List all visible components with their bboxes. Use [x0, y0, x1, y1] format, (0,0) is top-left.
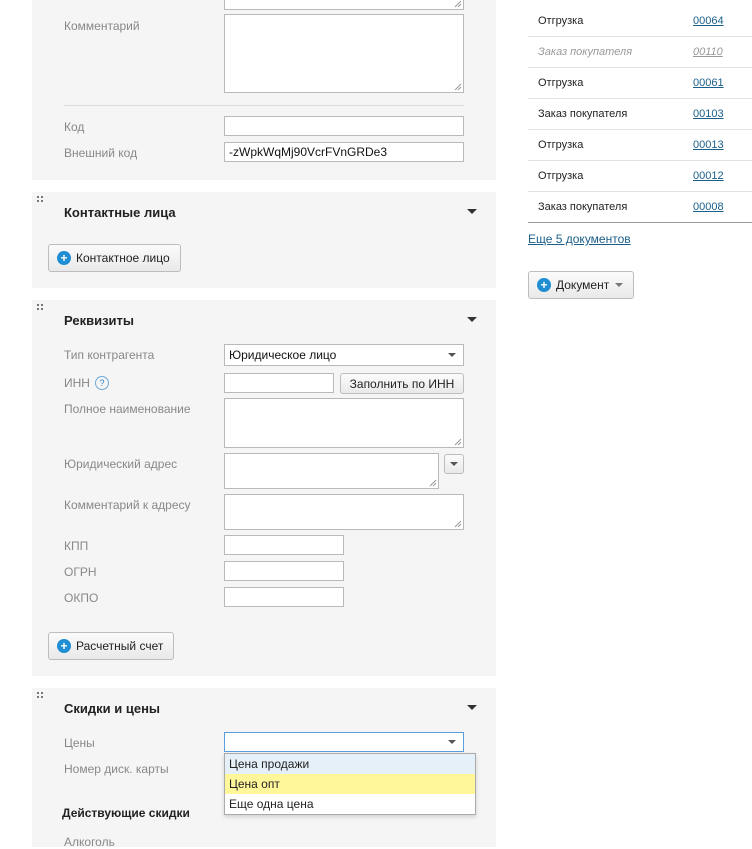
legal-address-textarea[interactable] [224, 453, 439, 489]
document-row[interactable]: Отгрузка 00064 [528, 6, 752, 37]
add-bank-account-label: Расчетный счет [76, 639, 164, 653]
document-type: Заказ покупателя [538, 201, 628, 213]
document-type: Заказ покупателя [538, 46, 633, 58]
price-option[interactable]: Еще одна цена [225, 794, 475, 814]
document-number-link[interactable]: 00103 [693, 108, 724, 120]
description-textarea-bottom[interactable] [224, 0, 464, 10]
collapse-caret-icon[interactable] [467, 209, 477, 214]
document-row[interactable]: Заказ покупателя 00110 [528, 37, 752, 68]
kpp-label: КПП [64, 539, 89, 553]
add-bank-account-button[interactable]: + Расчетный счет [48, 632, 175, 660]
code-input[interactable] [224, 116, 464, 136]
document-row[interactable]: Отгрузка 00013 [528, 130, 752, 161]
external-code-label: Внешний код [64, 146, 138, 160]
address-dropdown-button[interactable] [444, 454, 464, 474]
document-number-link[interactable]: 00061 [693, 77, 724, 89]
drag-handle-icon[interactable] [37, 304, 45, 312]
comment-textarea[interactable] [224, 14, 464, 93]
comment-label: Комментарий [64, 19, 140, 33]
document-number-link[interactable]: 00012 [693, 170, 724, 182]
plus-icon: + [57, 639, 71, 653]
document-row[interactable]: Отгрузка 00012 [528, 161, 752, 192]
chevron-down-icon [448, 353, 456, 357]
kpp-input[interactable] [224, 535, 344, 555]
full-name-label: Полное наименование [64, 402, 191, 416]
document-number-link[interactable]: 00008 [693, 201, 724, 213]
plus-icon: + [537, 278, 551, 292]
okpo-label: ОКПО [64, 591, 99, 605]
ogrn-label: ОГРН [64, 565, 97, 579]
add-contact-label: Контактное лицо [76, 251, 170, 265]
document-type: Отгрузка [538, 170, 584, 182]
counterparty-type-value: Юридическое лицо [229, 348, 337, 362]
plus-icon: + [57, 251, 71, 265]
document-type: Отгрузка [538, 15, 584, 27]
inn-input[interactable] [224, 373, 334, 393]
active-discounts-title: Действующие скидки [62, 806, 190, 820]
document-row[interactable]: Отгрузка 00061 [528, 68, 752, 99]
legal-address-label: Юридический адрес [64, 457, 178, 471]
document-row[interactable]: Заказ покупателя 00008 [528, 192, 752, 223]
collapse-caret-icon[interactable] [467, 317, 477, 322]
document-number-link[interactable]: 00013 [693, 139, 724, 151]
full-name-textarea[interactable] [224, 398, 464, 448]
counterparty-type-label: Тип контрагента [64, 348, 155, 362]
code-label: Код [64, 120, 85, 134]
address-comment-textarea[interactable] [224, 494, 464, 530]
document-row[interactable]: Заказ покупателя 00103 [528, 99, 752, 130]
price-option[interactable]: Цена продажи [225, 754, 475, 774]
okpo-input[interactable] [224, 587, 344, 607]
external-code-input[interactable]: -zWpkWqMj90VcrFVnGRDe3 [224, 142, 464, 162]
fill-by-inn-button[interactable]: Заполнить по ИНН [340, 373, 464, 394]
chevron-down-icon [450, 462, 458, 466]
prices-select[interactable] [224, 732, 464, 752]
add-document-label: Документ [556, 278, 610, 292]
document-type: Заказ покупателя [538, 108, 628, 120]
add-document-button[interactable]: + Документ [528, 271, 635, 299]
price-option[interactable]: Цена опт [225, 774, 475, 794]
chevron-down-icon [448, 740, 456, 744]
ogrn-input[interactable] [224, 561, 344, 581]
contacts-title: Контактные лица [64, 205, 176, 220]
inn-label: ИНН [64, 376, 90, 390]
document-type: Отгрузка [538, 139, 584, 151]
document-type: Отгрузка [538, 77, 584, 89]
discounts-title: Скидки и цены [64, 701, 161, 716]
add-contact-button[interactable]: + Контактное лицо [48, 244, 181, 272]
divider [64, 105, 464, 106]
drag-handle-icon[interactable] [37, 692, 45, 700]
document-number-link[interactable]: 00110 [693, 46, 723, 58]
requisites-title: Реквизиты [64, 313, 134, 328]
address-comment-label: Комментарий к адресу [64, 498, 191, 512]
prices-label: Цены [64, 736, 95, 750]
document-number-link[interactable]: 00064 [693, 15, 724, 27]
discount-card-label: Номер диск. карты [64, 762, 169, 776]
help-icon[interactable]: ? [95, 376, 109, 390]
counterparty-type-select[interactable]: Юридическое лицо [224, 344, 464, 366]
more-documents-link[interactable]: Еще 5 документов [528, 232, 631, 246]
prices-dropdown-list: Цена продажи Цена опт Еще одна цена [224, 753, 476, 815]
chevron-down-icon [615, 283, 624, 287]
collapse-caret-icon[interactable] [467, 705, 477, 710]
drag-handle-icon[interactable] [37, 196, 45, 204]
